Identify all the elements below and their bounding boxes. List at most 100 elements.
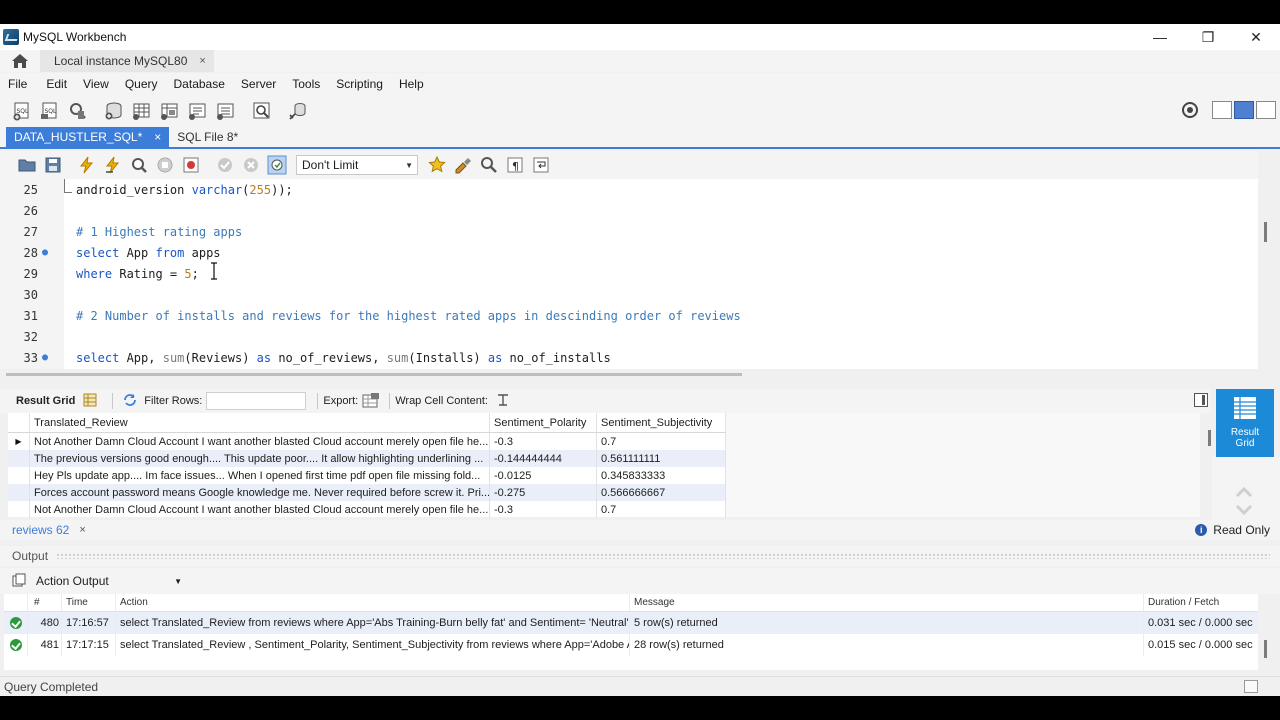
grid-cell[interactable]: Forces account password means Google kno… — [30, 484, 490, 501]
row-selector[interactable] — [8, 501, 30, 518]
search-table-data-icon[interactable] — [250, 99, 274, 123]
menu-edit[interactable]: Edit — [46, 77, 75, 91]
row-selector-icon[interactable]: ▶ — [8, 433, 30, 450]
grid-cell[interactable]: -0.144444444 — [490, 450, 597, 467]
word-wrap-icon[interactable] — [530, 154, 552, 176]
stop-icon[interactable] — [154, 154, 176, 176]
sql-editor[interactable]: 25 android_version varchar(255)); 26 27 … — [0, 179, 1258, 369]
table-row[interactable]: Forces account password means Google kno… — [8, 484, 726, 501]
tab-sql-file-8[interactable]: SQL File 8* — [169, 127, 246, 147]
save-icon[interactable] — [42, 154, 64, 176]
table-row[interactable]: Hey Pls update app.... Im face issues...… — [8, 467, 726, 484]
close-tab-icon[interactable]: × — [154, 130, 161, 144]
row-selector[interactable] — [8, 484, 30, 501]
commit-icon[interactable] — [214, 154, 236, 176]
output-row[interactable]: 481 17:17:15 select Translated_Review , … — [4, 634, 1258, 656]
settings-gear-icon[interactable] — [1180, 100, 1200, 120]
execute-current-statement-icon[interactable] — [102, 154, 124, 176]
row-selector[interactable] — [8, 450, 30, 467]
execute-lightning-icon[interactable] — [76, 154, 98, 176]
home-icon[interactable] — [0, 50, 40, 72]
filter-rows-input[interactable] — [206, 392, 307, 410]
result-grid[interactable]: Translated_Review Sentiment_Polarity Sen… — [8, 413, 726, 518]
menu-file[interactable]: File — [8, 77, 35, 91]
grid-cell[interactable]: 0.566666667 — [597, 484, 726, 501]
grid-cell[interactable]: -0.275 — [490, 484, 597, 501]
menu-query[interactable]: Query — [125, 77, 166, 91]
grid-cell[interactable]: -0.3 — [490, 433, 597, 450]
editor-horizontal-scrollbar[interactable] — [6, 373, 742, 376]
editor-vertical-scrollbar[interactable] — [1264, 222, 1267, 242]
maximize-button[interactable]: ❐ — [1184, 24, 1232, 50]
menu-database[interactable]: Database — [174, 77, 233, 91]
find-replace-icon[interactable] — [478, 154, 500, 176]
invisible-chars-icon[interactable]: ¶ — [504, 154, 526, 176]
toggle-error-stop-icon[interactable] — [180, 154, 202, 176]
new-sql-tab-icon[interactable]: SQL — [10, 99, 34, 123]
create-function-icon[interactable] — [214, 99, 238, 123]
tab-reviews-62[interactable]: reviews 62 × — [12, 523, 86, 537]
menu-help[interactable]: Help — [399, 77, 432, 91]
create-procedure-icon[interactable] — [186, 99, 210, 123]
table-row[interactable]: The previous versions good enough.... Th… — [8, 450, 726, 467]
column-header[interactable]: Sentiment_Subjectivity — [597, 413, 726, 432]
autocommit-toggle-icon[interactable] — [266, 154, 288, 176]
scroll-side-panel-chevron-icon[interactable] — [1234, 486, 1254, 516]
grid-cell[interactable]: 0.561111111 — [597, 450, 726, 467]
toggle-secondary-sidebar-icon[interactable] — [1256, 101, 1276, 119]
toggle-output-panel-icon[interactable] — [1234, 101, 1254, 119]
toggle-result-side-panel-icon[interactable] — [1194, 393, 1208, 407]
grid-cell[interactable]: Not Another Damn Cloud Account I want an… — [30, 433, 490, 450]
grid-cell[interactable]: -0.0125 — [490, 467, 597, 484]
table-row[interactable]: ▶ Not Another Damn Cloud Account I want … — [8, 433, 726, 450]
row-selector[interactable] — [8, 467, 30, 484]
column-header[interactable]: Action — [116, 594, 630, 611]
column-header[interactable]: Duration / Fetch — [1144, 594, 1258, 611]
grid-cell[interactable]: 0.7 — [597, 433, 726, 450]
row-limit-select[interactable]: Don't Limit ▼ — [296, 155, 418, 175]
explain-magnifier-icon[interactable] — [128, 154, 150, 176]
result-grid-side-button[interactable]: Result Grid — [1216, 389, 1274, 457]
reconnect-icon[interactable] — [286, 99, 310, 123]
refresh-icon[interactable] — [122, 393, 138, 410]
toggle-sidebar-icon[interactable] — [1212, 101, 1232, 119]
create-schema-icon[interactable] — [102, 99, 126, 123]
output-row[interactable]: 480 17:16:57 select Translated_Review fr… — [4, 612, 1258, 634]
grid-view-icon[interactable] — [83, 393, 97, 410]
minimize-button[interactable]: — — [1136, 24, 1184, 50]
export-icon[interactable] — [362, 392, 380, 411]
create-table-icon[interactable] — [130, 99, 154, 123]
menu-view[interactable]: View — [83, 77, 117, 91]
add-snippet-star-icon[interactable] — [426, 154, 448, 176]
inspector-icon[interactable] — [66, 99, 90, 123]
tab-data-hustler-sql[interactable]: DATA_HUSTLER_SQL* × — [6, 127, 170, 147]
rollback-icon[interactable] — [240, 154, 262, 176]
beautify-brush-icon[interactable] — [452, 154, 474, 176]
action-output-table[interactable]: # Time Action Message Duration / Fetch 4… — [4, 594, 1258, 670]
status-panel-icon[interactable] — [1244, 680, 1258, 693]
menu-server[interactable]: Server — [241, 77, 284, 91]
connection-tab[interactable]: Local instance MySQL80 × — [40, 50, 214, 72]
output-type-select[interactable]: Action Output ▼ — [36, 574, 182, 588]
output-vertical-scrollbar[interactable] — [1264, 640, 1267, 658]
column-header[interactable]: Message — [630, 594, 1144, 611]
column-header[interactable]: # — [28, 594, 62, 611]
column-header[interactable]: Sentiment_Polarity — [490, 413, 597, 432]
open-folder-icon[interactable] — [16, 154, 38, 176]
grid-cell[interactable]: Not Another Damn Cloud Account I want an… — [30, 501, 490, 518]
grid-cell[interactable]: Hey Pls update app.... Im face issues...… — [30, 467, 490, 484]
create-view-icon[interactable] — [158, 99, 182, 123]
open-sql-script-icon[interactable]: SQL — [38, 99, 62, 123]
panel-drag-handle[interactable] — [56, 553, 1270, 559]
copy-output-icon[interactable] — [12, 573, 26, 590]
close-result-tab-icon[interactable]: × — [79, 524, 85, 536]
column-header[interactable]: Translated_Review — [30, 413, 490, 432]
close-connection-tab-icon[interactable]: × — [199, 55, 205, 67]
table-row[interactable]: Not Another Damn Cloud Account I want an… — [8, 501, 726, 518]
menu-scripting[interactable]: Scripting — [336, 77, 391, 91]
grid-cell[interactable]: -0.3 — [490, 501, 597, 518]
column-header[interactable]: Time — [62, 594, 116, 611]
wrap-cell-icon[interactable] — [496, 393, 510, 410]
grid-vertical-scrollbar[interactable] — [1208, 430, 1211, 446]
grid-cell[interactable]: 0.345833333 — [597, 467, 726, 484]
